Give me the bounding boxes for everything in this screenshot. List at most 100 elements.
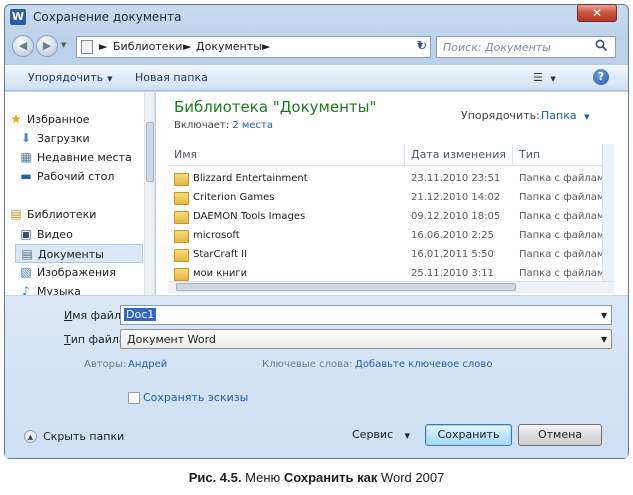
star-icon: ★ [10, 112, 22, 126]
save-thumbnails-checkbox[interactable] [128, 392, 140, 404]
arrange-by-dropdown[interactable]: Папка ▼ [541, 109, 589, 122]
sidebar-item-music[interactable]: ♪ Музыка [15, 282, 154, 295]
file-name: Blizzard Entertainment [193, 173, 308, 184]
folder-icon [174, 230, 189, 243]
folder-icon [174, 268, 189, 281]
save-thumbnails-label[interactable]: Сохранять эскизы [143, 391, 248, 404]
address-separator-icon[interactable]: ► [99, 40, 107, 53]
scrollbar-thumb[interactable] [176, 283, 516, 291]
sidebar-item-label: Избранное [27, 113, 90, 126]
scrollbar-thumb[interactable] [146, 122, 154, 182]
chevron-down-icon: ▼ [601, 335, 608, 344]
locations-link[interactable]: 2 места [232, 120, 273, 131]
sidebar-item-recent-places[interactable]: ▦ Недавние места [15, 148, 154, 167]
chevron-down-icon: ▼ [107, 75, 113, 83]
address-separator-icon[interactable]: ► [262, 40, 270, 53]
sidebar-item-label: Изображения [37, 266, 116, 279]
sidebar-item-label: Документы [38, 248, 104, 261]
images-icon: ▧ [20, 265, 32, 279]
chevron-down-icon[interactable]: ▼ [601, 311, 607, 320]
tools-label: Сервис [352, 428, 394, 441]
file-row[interactable]: DAEMON Tools Images 09.12.2010 18:05 Пап… [168, 208, 611, 227]
save-button[interactable]: Сохранить [425, 424, 512, 446]
organize-menu[interactable]: Упорядочить ▼ [28, 71, 113, 84]
column-divider[interactable] [512, 144, 513, 166]
filename-field[interactable]: Doc1 ▼ [120, 305, 612, 325]
file-list-vertical-scrollbar[interactable] [602, 144, 614, 281]
hide-folders-button[interactable]: Скрыть папки [43, 430, 124, 443]
includes-label: Включает: [174, 120, 230, 131]
column-header-type[interactable]: Тип [519, 148, 540, 161]
file-name: DAEMON Tools Images [193, 211, 306, 222]
folder-icon [174, 249, 189, 262]
sidebar-item-favorites[interactable]: ★ Избранное [5, 110, 145, 129]
folder-icon [174, 211, 189, 224]
back-button[interactable]: ◀ [12, 35, 34, 57]
chevron-up-icon[interactable]: ▲ [24, 430, 37, 443]
file-row[interactable]: Criterion Games 21.12.2010 14:02 Папка с… [168, 189, 611, 208]
address-separator-icon[interactable]: ► [183, 40, 191, 53]
help-icon[interactable]: ? [593, 69, 609, 85]
back-arrow-icon: ◀ [18, 39, 28, 52]
sidebar-item-libraries[interactable]: ▤ Библиотеки [5, 205, 145, 224]
sidebar-item-label: Видео [37, 228, 73, 241]
forward-button[interactable]: ▶ [36, 35, 58, 57]
views-icon: ☰ [533, 71, 543, 84]
new-folder-button[interactable]: Новая папка [135, 71, 208, 84]
library-title: Библиотека "Документы" [174, 98, 377, 116]
sidebar-item-label: Недавние места [37, 151, 132, 164]
file-name: microsoft [193, 230, 240, 241]
refresh-icon[interactable]: ↻ [412, 36, 432, 58]
file-name: StarCraft II [193, 249, 248, 260]
cancel-button[interactable]: Отмена [518, 424, 602, 446]
caption-text-1: Меню [241, 470, 284, 485]
library-includes: Включает: 2 места [174, 120, 273, 131]
sidebar-item-desktop[interactable]: ▬ Рабочий стол [15, 167, 154, 186]
filetype-select[interactable]: Документ Word ▼ [120, 329, 612, 349]
column-header-name[interactable]: Имя [174, 148, 197, 161]
file-date: 16.01.2011 5:50 [411, 249, 494, 260]
column-header-date[interactable]: Дата изменения [411, 148, 506, 161]
word-app-icon: W [10, 9, 26, 25]
search-input[interactable]: Поиск: Документы [436, 36, 616, 58]
sidebar-item-images[interactable]: ▧ Изображения [15, 263, 154, 282]
chevron-down-icon: ▼ [550, 75, 556, 83]
sidebar-item-label: Библиотеки [27, 208, 97, 221]
tools-menu[interactable]: Сервис ▼ [352, 428, 410, 441]
file-type: Папка с файлами [519, 249, 611, 260]
caption-menu-name: Сохранить как [283, 470, 378, 485]
close-button[interactable]: ✕ [577, 4, 617, 22]
address-bar[interactable]: ► Библиотеки ► Документы ► ▼ [76, 36, 431, 58]
filetype-label-accesskey: Т [64, 333, 71, 346]
file-type: Папка с файлами [519, 268, 608, 279]
organize-label: Упорядочить [28, 71, 104, 84]
sidebar-item-downloads[interactable]: ⬇ Загрузки [15, 129, 154, 148]
file-row[interactable]: StarCraft II 16.01.2011 5:50 Папка с фай… [168, 246, 611, 265]
search-icon[interactable] [595, 39, 608, 56]
view-options-button[interactable]: ☰ ▼ [533, 71, 556, 84]
navigation-scrollbar[interactable] [144, 92, 154, 295]
sidebar-item-label: Рабочий стол [37, 170, 115, 183]
file-name: Criterion Games [193, 192, 275, 203]
file-list-horizontal-scrollbar[interactable] [168, 281, 614, 293]
authors-value[interactable]: Андрей [128, 359, 167, 370]
file-name: мои книги [193, 268, 248, 279]
file-row[interactable]: Blizzard Entertainment 23.11.2010 23:51 … [168, 170, 611, 189]
file-row[interactable]: microsoft 16.06.2010 2:25 Папка с файлам… [168, 227, 611, 246]
library-icon [81, 40, 93, 54]
filetype-value: Документ Word [127, 333, 216, 346]
file-type: Папка с файлами [519, 173, 611, 184]
breadcrumb-documents[interactable]: Документы [196, 40, 262, 53]
recent-pages-dropdown[interactable]: ▼ [61, 41, 66, 49]
file-row[interactable]: мои книги 25.11.2010 3:11 Папка с файлам… [168, 265, 608, 281]
breadcrumb-libraries[interactable]: Библиотеки [113, 40, 182, 53]
downloads-icon: ⬇ [20, 131, 32, 145]
chevron-down-icon: ▼ [584, 113, 590, 121]
file-date: 23.11.2010 23:51 [411, 173, 501, 184]
column-divider[interactable] [404, 144, 405, 166]
sidebar-item-documents[interactable]: ▤ Документы [15, 244, 143, 263]
keywords-value[interactable]: Добавьте ключевое слово [355, 359, 492, 370]
file-date: 25.11.2010 3:11 [411, 268, 494, 279]
sidebar-item-video[interactable]: ▣ Видео [15, 225, 154, 244]
sidebar-item-label: Загрузки [37, 132, 90, 145]
